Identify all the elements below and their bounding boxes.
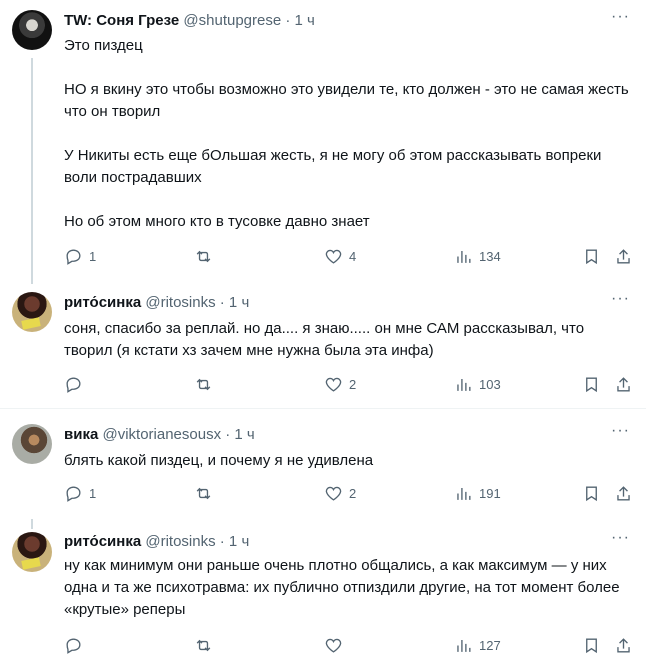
like-button[interactable]: 4: [324, 247, 356, 266]
author-name[interactable]: рито́синка: [64, 533, 141, 550]
tweet-header: вика @viktorianesousx · 1 ч: [64, 425, 255, 445]
share-button[interactable]: [614, 375, 633, 394]
reply-count: 1: [89, 486, 97, 501]
author-name[interactable]: рито́синка: [64, 294, 141, 311]
share-button[interactable]: [614, 247, 633, 266]
author-handle[interactable]: @ritosinks: [145, 533, 215, 550]
views-button[interactable]: 103: [454, 375, 501, 394]
bookmark-button[interactable]: [582, 484, 601, 503]
bookmark-icon: [586, 486, 597, 502]
share-button[interactable]: [614, 484, 633, 503]
avatar[interactable]: [12, 10, 52, 50]
views-count: 127: [479, 638, 501, 653]
share-button[interactable]: [614, 636, 633, 655]
retweet-icon: [196, 487, 211, 500]
like-icon: [325, 486, 342, 501]
avatar[interactable]: [12, 424, 52, 464]
author-name[interactable]: вика: [64, 426, 98, 443]
reply-icon: [66, 249, 81, 265]
tweet-header: TW: Соня Грезе @shutupgrese · 1 ч: [64, 11, 315, 31]
bookmark-button[interactable]: [582, 636, 601, 655]
more-icon[interactable]: ···: [611, 290, 630, 308]
views-icon: [457, 250, 471, 263]
views-button[interactable]: 127: [454, 636, 501, 655]
author-handle[interactable]: @shutupgrese: [183, 12, 281, 29]
reply-button[interactable]: [64, 636, 89, 655]
share-icon: [617, 638, 630, 653]
reply-count: 1: [89, 249, 97, 264]
tweet-header: рито́синка @ritosinks · 1 ч: [64, 532, 249, 552]
share-icon: [617, 249, 630, 264]
avatar[interactable]: [12, 532, 52, 572]
views-button[interactable]: 191: [454, 484, 501, 503]
tweet-text: ну как минимум они раньше очень плотно о…: [64, 557, 620, 618]
timestamp[interactable]: · 1 ч: [225, 426, 255, 443]
author-handle[interactable]: @ritosinks: [145, 294, 215, 311]
share-icon: [617, 377, 630, 392]
views-count: 191: [479, 486, 501, 501]
timestamp[interactable]: · 1 ч: [220, 533, 250, 550]
tweet-actions: 1 2 191: [64, 484, 634, 504]
reply-button[interactable]: 1: [64, 247, 96, 266]
reply-icon: [66, 486, 81, 502]
divider: [0, 408, 646, 409]
retweet-button[interactable]: [194, 484, 213, 503]
timestamp[interactable]: · 1 ч: [285, 12, 315, 29]
views-button[interactable]: 134: [454, 247, 501, 266]
bookmark-icon: [586, 249, 597, 265]
tweet-actions: 2 103: [64, 375, 634, 395]
like-icon: [325, 249, 342, 264]
tweet-actions: 127: [64, 636, 634, 656]
timestamp[interactable]: · 1 ч: [220, 294, 250, 311]
reply-icon: [66, 377, 81, 393]
reply-button[interactable]: [64, 375, 89, 394]
avatar[interactable]: [12, 292, 52, 332]
views-count: 103: [479, 377, 501, 392]
tweet-text: Это пиздец НО я вкину это чтобы возможно…: [64, 37, 629, 230]
author-name[interactable]: TW: Соня Грезе: [64, 12, 179, 29]
author-handle[interactable]: @viktorianesousx: [102, 426, 221, 443]
like-icon: [325, 377, 342, 392]
retweet-icon: [196, 250, 211, 263]
tweet-actions: 1 4 134: [64, 247, 634, 267]
like-icon: [325, 638, 342, 653]
share-icon: [617, 486, 630, 501]
like-button[interactable]: 2: [324, 484, 356, 503]
like-count: 2: [349, 377, 357, 392]
retweet-icon: [196, 639, 211, 652]
bookmark-icon: [586, 638, 597, 654]
tweet-text: блять какой пиздец, и почему я не удивле…: [64, 452, 374, 469]
views-icon: [457, 639, 471, 652]
thread-line: [31, 519, 33, 529]
tweet-header: рито́синка @ritosinks · 1 ч: [64, 293, 249, 313]
retweet-button[interactable]: [194, 247, 213, 266]
bookmark-button[interactable]: [582, 375, 601, 394]
like-count: 2: [349, 486, 357, 501]
views-icon: [457, 487, 471, 500]
more-icon[interactable]: ···: [611, 529, 630, 547]
reply-icon: [66, 638, 81, 654]
retweet-icon: [196, 378, 211, 391]
retweet-button[interactable]: [194, 375, 213, 394]
tweet-text: соня, спасибо за реплай. но да.... я зна…: [64, 320, 585, 359]
more-icon[interactable]: ···: [611, 422, 630, 440]
retweet-button[interactable]: [194, 636, 213, 655]
like-button[interactable]: 2: [324, 375, 356, 394]
views-icon: [457, 378, 471, 391]
reply-button[interactable]: 1: [64, 484, 96, 503]
like-count: 4: [349, 249, 357, 264]
more-icon[interactable]: ···: [611, 8, 630, 26]
like-button[interactable]: [324, 636, 349, 655]
views-count: 134: [479, 249, 501, 264]
thread-line: [31, 58, 33, 284]
bookmark-icon: [586, 377, 597, 393]
bookmark-button[interactable]: [582, 247, 601, 266]
